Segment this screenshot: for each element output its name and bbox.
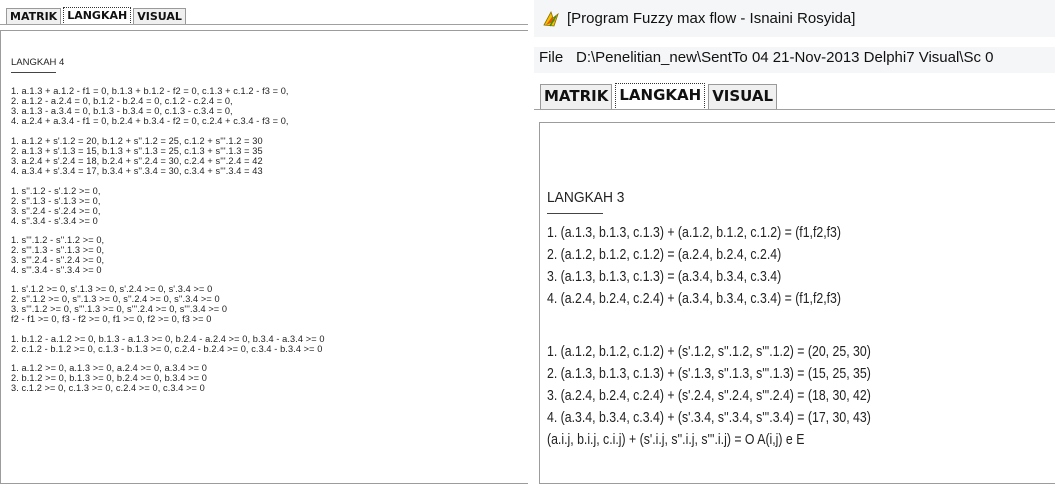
equation-line: 2. (a.1.3, b.1.3, c.1.3) + (s'.1.3, s''.… — [547, 365, 871, 382]
equation-line: 2. b.1.2 >= 0, b.1.3 >= 0, b.2.4 >= 0, b… — [11, 373, 207, 383]
step-heading: LANGKAH 4 — [11, 57, 65, 68]
equation-line: 2. s'''.1.3 - s''.1.3 >= 0, — [11, 245, 105, 255]
equation-line: 1. s'''.1.2 - s''.1.2 >= 0, — [11, 235, 105, 245]
tab-matrik[interactable]: MATRIK — [540, 84, 613, 110]
step-heading: LANGKAH 3 — [547, 189, 625, 206]
equation-line: 2. (a.1.2, b.1.2, c.1.2) = (a.2.4, b.2.4… — [547, 246, 782, 263]
equation-line: 3. s''.2.4 - s'.2.4 >= 0, — [11, 206, 101, 216]
equation-line: 4. s'''.3.4 - s''.3.4 >= 0 — [11, 265, 102, 275]
equation-line: 4. a.3.4 + s'.3.4 = 17, b.3.4 + s''.3.4 … — [11, 166, 263, 176]
equation-line: 1. s'.1.2 >= 0, s'.1.3 >= 0, s'.2.4 >= 0… — [11, 284, 213, 294]
delphi-app-icon[interactable] — [541, 9, 561, 29]
langkah-4-output[interactable]: LANGKAH 4 1. a.1.3 + a.1.2 - f1 = 0, b.1… — [0, 30, 528, 484]
equation-line: 2. a.1.3 + s'.1.3 = 15, b.1.3 + s''.1.3 … — [11, 146, 263, 156]
heading-underline — [11, 72, 56, 73]
menu-bar: File D:\Penelitian_new\SentTo 04 21-Nov-… — [534, 47, 1055, 73]
equation-line: 1. b.1.2 - a.1.2 >= 0, b.1.3 - a.1.3 >= … — [11, 334, 325, 344]
tab-langkah[interactable]: LANGKAH — [615, 83, 706, 110]
equation-line: 3. c.1.2 >= 0, c.1.3 >= 0, c.2.4 >= 0, c… — [11, 383, 205, 393]
langkah-3-output[interactable]: LANGKAH 3 1. (a.1.3, b.1.3, c.1.3) + (a.… — [539, 122, 1055, 484]
title-bar[interactable]: [Program Fuzzy max flow - Isnaini Rosyid… — [534, 0, 1055, 37]
tab-visual[interactable]: VISUAL — [133, 8, 186, 25]
equation-line: 1. a.1.2 >= 0, a.1.3 >= 0, a.2.4 >= 0, a… — [11, 363, 207, 373]
equation-line: 3. (a.2.4, b.2.4, c.2.4) + (s'.2.4, s''.… — [547, 387, 871, 404]
tab-divider — [0, 24, 528, 25]
equation-line: 2. s''.1.2 >= 0, s''.1.3 >= 0, s''.2.4 >… — [11, 294, 220, 304]
equation-line: 2. s''.1.3 - s'.1.3 >= 0, — [11, 196, 101, 206]
window-title: [Program Fuzzy max flow - Isnaini Rosyid… — [567, 10, 856, 27]
left-window: MATRIK LANGKAH VISUAL LANGKAH 4 1. a.1.3… — [0, 0, 528, 484]
tab-langkah[interactable]: LANGKAH — [63, 7, 132, 25]
equation-line: 4. (a.2.4, b.2.4, c.2.4) + (a.3.4, b.3.4… — [547, 290, 841, 307]
equation-line: 3. (a.1.3, b.1.3, c.1.3) = (a.3.4, b.3.4… — [547, 268, 782, 285]
equation-line: 1. s''.1.2 - s'.1.2 >= 0, — [11, 186, 101, 196]
equation-line: 4. (a.3.4, b.3.4, c.3.4) + (s'.3.4, s''.… — [547, 409, 871, 426]
equation-line: 1. (a.1.2, b.1.2, c.1.2) + (s'.1.2, s''.… — [547, 343, 871, 360]
equation-line: 1. (a.1.3, b.1.3, c.1.3) + (a.1.2, b.1.2… — [547, 224, 841, 241]
equation-line: (a.i.j, b.i.j, c.i.j) + (s'.i.j, s''.i.j… — [547, 431, 805, 448]
menu-path[interactable]: D:\Penelitian_new\SentTo 04 21-Nov-2013 … — [576, 49, 993, 66]
equation-line: 1. a.1.3 + a.1.2 - f1 = 0, b.1.3 + b.1.2… — [11, 86, 289, 96]
equation-line: 4. s''.3.4 - s'.3.4 >= 0 — [11, 216, 98, 226]
heading-underline — [547, 213, 603, 214]
equation-line: 3. s'''.1.2 >= 0, s'''.1.3 >= 0, s'''.2.… — [11, 304, 228, 314]
tab-divider — [534, 109, 1055, 110]
tab-visual[interactable]: VISUAL — [708, 84, 778, 110]
equation-line: 3. s'''.2.4 - s''.2.4 >= 0, — [11, 255, 105, 265]
left-tabstrip: MATRIK LANGKAH VISUAL — [6, 7, 188, 25]
right-window: [Program Fuzzy max flow - Isnaini Rosyid… — [534, 0, 1055, 484]
equation-line: 3. a.1.3 - a.3.4 = 0, b.1.3 - b.3.4 = 0,… — [11, 106, 233, 116]
menu-file[interactable]: File — [539, 49, 563, 66]
equation-line: 4. a.2.4 + a.3.4 - f1 = 0, b.2.4 + b.3.4… — [11, 116, 289, 126]
right-tabstrip: MATRIK LANGKAH VISUAL — [540, 83, 780, 110]
equation-line: 2. a.1.2 - a.2.4 = 0, b.1.2 - b.2.4 = 0,… — [11, 96, 233, 106]
equation-line: 2. c.1.2 - b.1.2 >= 0, c.1.3 - b.1.3 >= … — [11, 344, 323, 354]
tab-matrik[interactable]: MATRIK — [6, 8, 62, 25]
equation-line: 1. a.1.2 + s'.1.2 = 20, b.1.2 + s''.1.2 … — [11, 136, 263, 146]
equation-line: 3. a.2.4 + s'.2.4 = 18, b.2.4 + s''.2.4 … — [11, 156, 263, 166]
equation-line: f2 - f1 >= 0, f3 - f2 >= 0, f1 >= 0, f2 … — [11, 314, 212, 324]
